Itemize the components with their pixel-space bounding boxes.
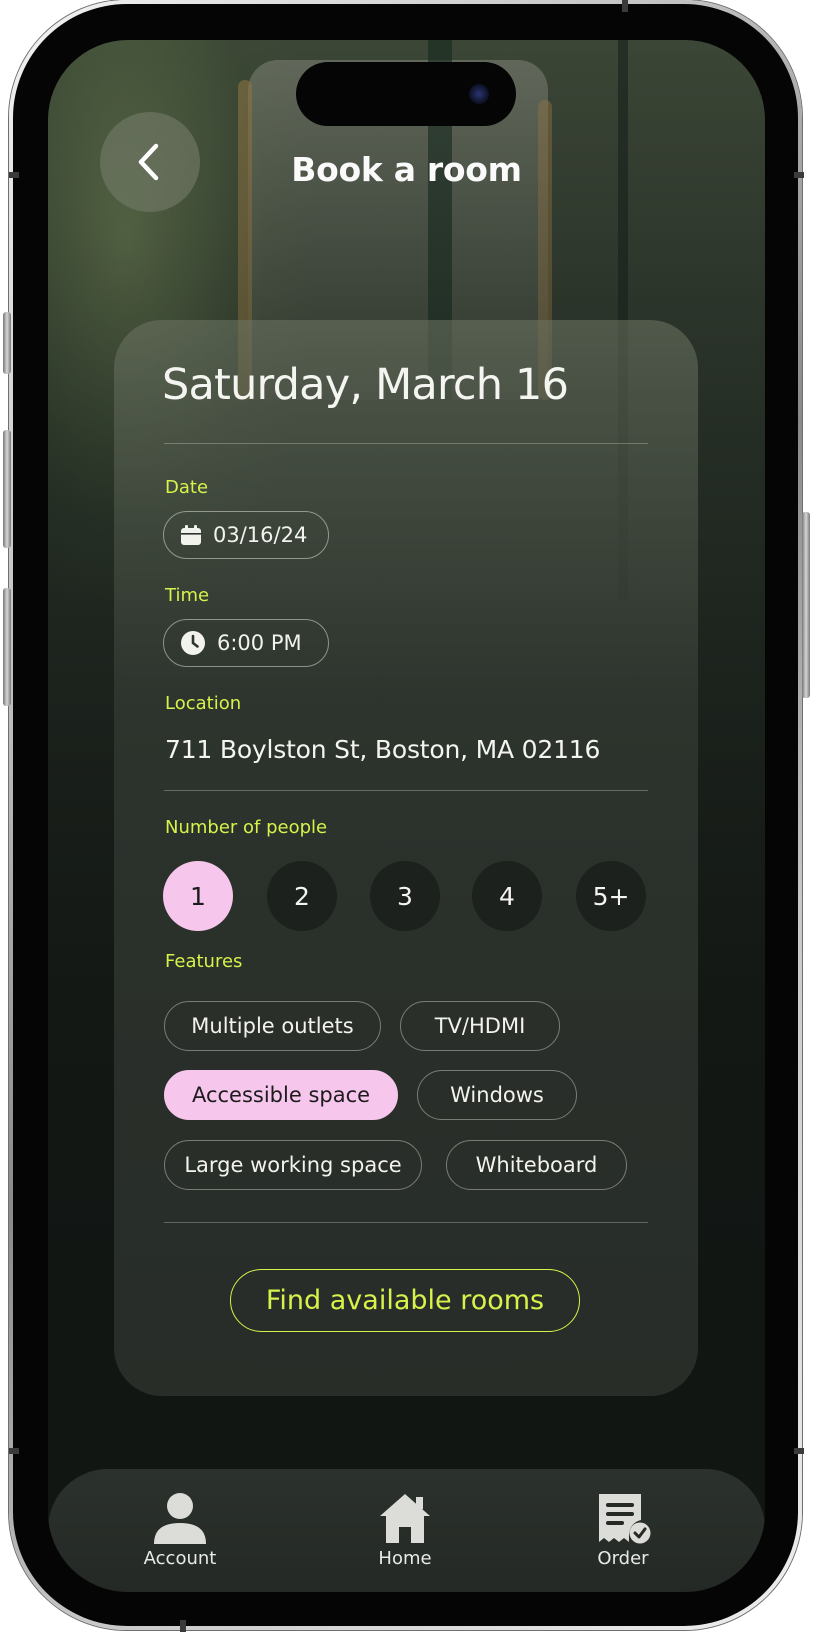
page-title: Book a room [291, 150, 522, 189]
people-option-3[interactable]: 3 [370, 861, 440, 931]
antenna-line [9, 1448, 19, 1454]
people-label: Number of people [165, 817, 328, 838]
time-label: Time [165, 585, 210, 606]
feature-chip-whiteboard[interactable]: Whiteboard [446, 1140, 627, 1190]
tab-home-label: Home [378, 1548, 432, 1569]
time-value: 6:00 PM [217, 631, 302, 655]
antenna-line [180, 1620, 186, 1632]
clock-icon [180, 630, 206, 656]
volume-down-button [3, 588, 11, 706]
tab-home[interactable]: Home [335, 1492, 475, 1569]
people-option-5-plus[interactable]: 5+ [576, 861, 646, 931]
volume-up-button [3, 430, 11, 548]
feature-chip-multiple-outlets[interactable]: Multiple outlets [164, 1001, 381, 1051]
people-option-4[interactable]: 4 [472, 861, 542, 931]
time-picker[interactable]: 6:00 PM [163, 619, 329, 667]
people-option-2[interactable]: 2 [267, 861, 337, 931]
app-screen: Book a room Saturday, March 16 Date 03/1… [48, 40, 765, 1592]
person-icon [154, 1493, 206, 1544]
location-input[interactable]: 711 Boylston St, Boston, MA 02116 [165, 735, 600, 764]
divider [164, 443, 648, 444]
date-label: Date [165, 477, 209, 498]
divider [164, 790, 648, 791]
antenna-line [622, 0, 628, 12]
tab-order-label: Order [597, 1548, 649, 1569]
feature-chip-tv-hdmi[interactable]: TV/HDMI [400, 1001, 560, 1051]
antenna-line [794, 172, 804, 178]
antenna-line [794, 1448, 804, 1454]
house-icon [380, 1494, 430, 1543]
feature-chip-accessible-space[interactable]: Accessible space [164, 1070, 398, 1120]
feature-chip-large-working-space[interactable]: Large working space [164, 1140, 422, 1190]
date-value: 03/16/24 [213, 523, 308, 547]
features-label: Features [165, 951, 243, 972]
tab-account-label: Account [143, 1548, 217, 1569]
people-option-1[interactable]: 1 [163, 861, 233, 931]
tab-account[interactable]: Account [110, 1492, 250, 1569]
tab-order[interactable]: Order [553, 1492, 693, 1569]
feature-chip-windows[interactable]: Windows [417, 1070, 577, 1120]
receipt-check-icon [599, 1494, 651, 1544]
selected-day-title: Saturday, March 16 [162, 360, 569, 410]
divider [164, 1222, 648, 1223]
front-camera [469, 84, 489, 104]
action-button [3, 312, 11, 374]
calendar-icon [180, 524, 202, 546]
power-button [802, 512, 810, 698]
antenna-line [9, 172, 19, 178]
find-rooms-button[interactable]: Find available rooms [230, 1269, 580, 1332]
date-picker[interactable]: 03/16/24 [163, 511, 329, 559]
location-label: Location [165, 693, 242, 714]
